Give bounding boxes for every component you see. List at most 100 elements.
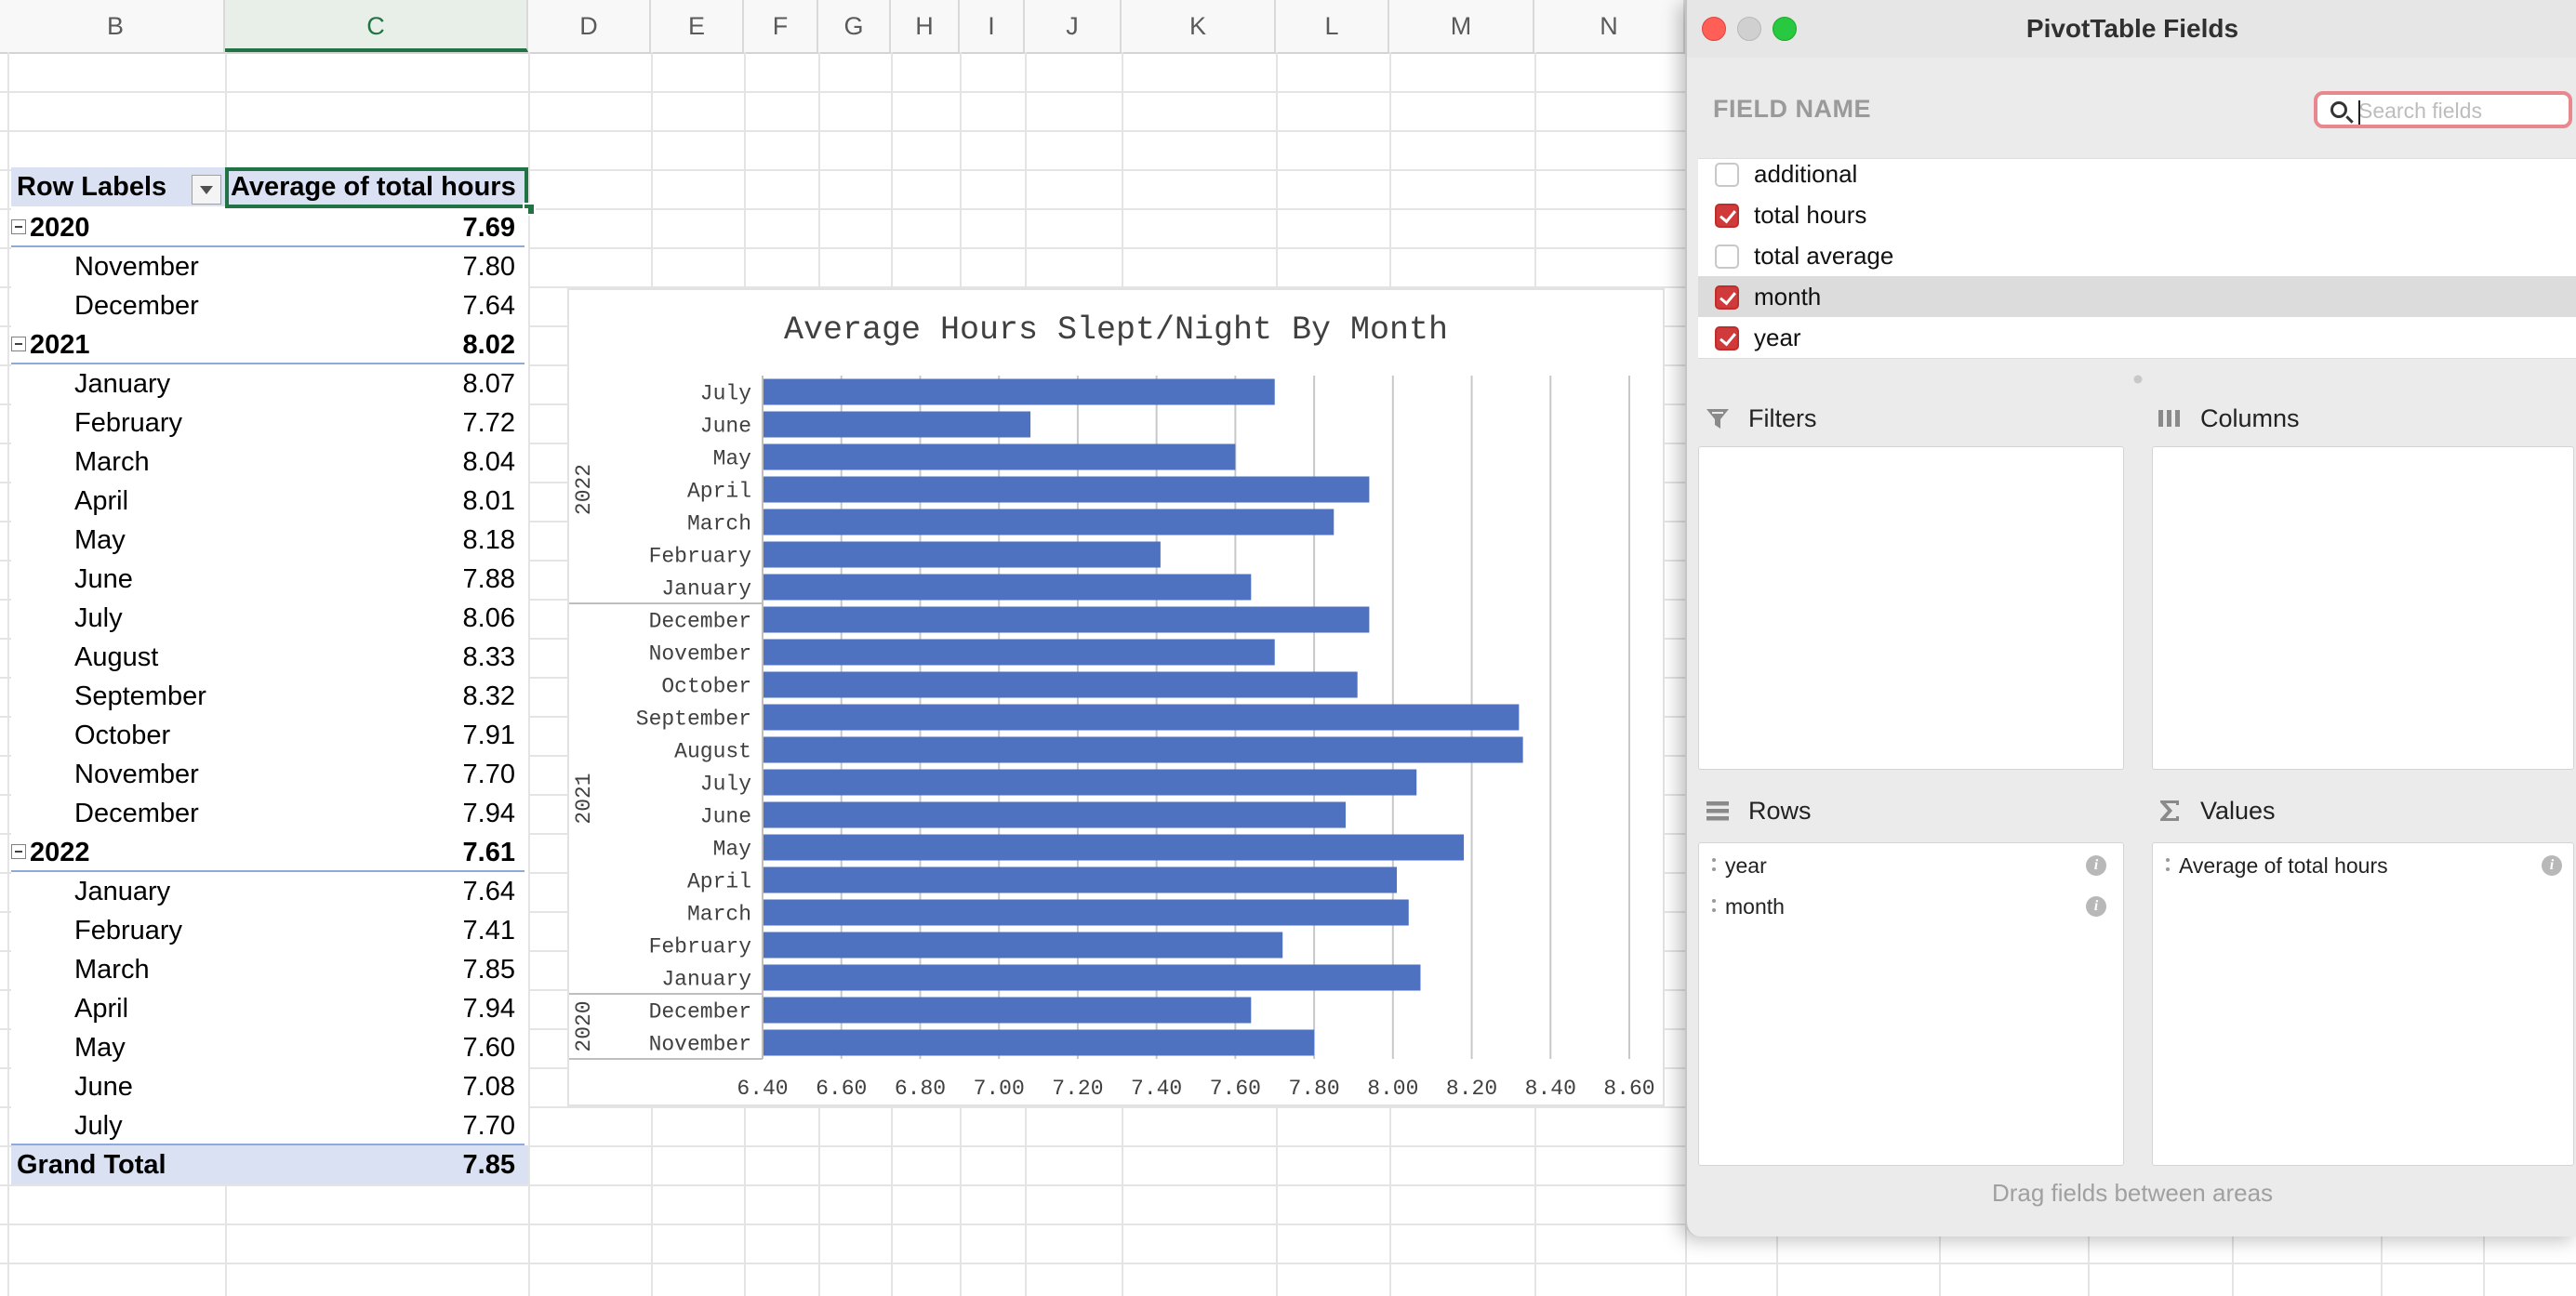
text-caret bbox=[2358, 100, 2360, 125]
y-category-label: October bbox=[661, 675, 751, 699]
rows-item-month[interactable]: month i bbox=[1699, 888, 2123, 925]
pivot-row-value[interactable]: 7.94 bbox=[234, 989, 523, 1028]
collapse-icon[interactable] bbox=[11, 844, 26, 860]
field-row-month[interactable]: month bbox=[1698, 276, 2576, 317]
pivot-row-value[interactable]: 8.04 bbox=[234, 443, 523, 482]
search-box[interactable] bbox=[2314, 91, 2572, 128]
rows-area[interactable]: year i month i bbox=[1698, 842, 2124, 1166]
pivot-row-value[interactable]: 7.80 bbox=[234, 247, 523, 286]
pivot-row-value[interactable]: 7.72 bbox=[234, 403, 523, 443]
column-header-H[interactable]: H bbox=[891, 0, 960, 52]
values-item-average[interactable]: Average of total hours i bbox=[2153, 847, 2573, 884]
pivot-fields-panel[interactable]: PivotTable Fields FIELD NAME additional t… bbox=[1685, 0, 2576, 1236]
pivot-row-value[interactable]: 8.06 bbox=[234, 599, 523, 638]
pivot-year-label[interactable]: 2020 bbox=[11, 208, 90, 247]
field-row-total-average[interactable]: total average bbox=[1698, 235, 2576, 276]
field-checkbox[interactable] bbox=[1715, 245, 1739, 269]
field-row-additional[interactable]: additional bbox=[1698, 159, 2576, 194]
info-icon[interactable]: i bbox=[2086, 896, 2106, 917]
bar-chart[interactable]: Average Hours Slept/Night By Month 6.40 6.… bbox=[567, 288, 1665, 1106]
column-header-F[interactable]: F bbox=[744, 0, 818, 52]
chart-bar bbox=[763, 932, 1283, 959]
column-header-I[interactable]: I bbox=[960, 0, 1025, 52]
pivot-month-label[interactable]: July bbox=[74, 1106, 123, 1145]
pivot-month-label[interactable]: December bbox=[74, 286, 199, 325]
pivot-row-value[interactable]: 7.70 bbox=[234, 755, 523, 794]
pivot-month-label[interactable]: June bbox=[74, 560, 133, 599]
collapse-icon[interactable] bbox=[11, 337, 26, 352]
field-checkbox[interactable] bbox=[1715, 204, 1739, 228]
panel-titlebar[interactable]: PivotTable Fields bbox=[1687, 0, 2576, 58]
column-header-D[interactable]: D bbox=[528, 0, 651, 52]
x-tick-label: 8.60 bbox=[1603, 1077, 1654, 1101]
pivot-row-value[interactable]: 8.32 bbox=[234, 677, 523, 716]
field-checkbox[interactable] bbox=[1715, 285, 1739, 310]
pivot-month-label[interactable]: January bbox=[74, 364, 170, 403]
drag-grip-icon bbox=[2166, 858, 2170, 873]
pivot-row-value[interactable]: 7.91 bbox=[234, 716, 523, 755]
pivot-row-value[interactable]: 8.33 bbox=[234, 638, 523, 677]
pivot-row-value[interactable]: 7.69 bbox=[234, 208, 523, 247]
pivot-row-value[interactable]: 7.08 bbox=[234, 1067, 523, 1106]
info-icon[interactable]: i bbox=[2542, 855, 2562, 876]
pivot-month-label[interactable]: March bbox=[74, 443, 150, 482]
column-header-L[interactable]: L bbox=[1276, 0, 1389, 52]
chart-bar bbox=[763, 704, 1520, 731]
pivot-row-value[interactable]: 7.70 bbox=[234, 1106, 523, 1145]
pivot-row-value[interactable]: 7.61 bbox=[234, 833, 523, 872]
row-labels-filter-button[interactable] bbox=[192, 175, 221, 205]
pivot-month-label[interactable]: August bbox=[74, 638, 158, 677]
pivot-year-label[interactable]: 2021 bbox=[11, 325, 90, 364]
pivot-month-label[interactable]: April bbox=[74, 989, 128, 1028]
pivot-month-label[interactable]: November bbox=[74, 755, 199, 794]
column-header-K[interactable]: K bbox=[1122, 0, 1276, 52]
pivot-row-value[interactable]: 7.41 bbox=[234, 911, 523, 950]
pivot-row-value[interactable]: 8.07 bbox=[234, 364, 523, 403]
pivot-month-label[interactable]: April bbox=[74, 482, 128, 521]
splitter-handle[interactable] bbox=[2132, 374, 2144, 385]
rows-item-year[interactable]: year i bbox=[1699, 847, 2123, 884]
pivot-month-label[interactable]: December bbox=[74, 794, 199, 833]
search-input[interactable] bbox=[2358, 97, 2563, 125]
pivot-month-label[interactable]: March bbox=[74, 950, 150, 989]
collapse-icon[interactable] bbox=[11, 219, 26, 235]
pivot-month-label[interactable]: July bbox=[74, 599, 123, 638]
column-header-G[interactable]: G bbox=[818, 0, 891, 52]
pivot-month-label[interactable]: May bbox=[74, 521, 126, 560]
pivot-row-value[interactable]: 8.18 bbox=[234, 521, 523, 560]
pivot-row-value[interactable]: 8.01 bbox=[234, 482, 523, 521]
column-header-J[interactable]: J bbox=[1025, 0, 1122, 52]
pivot-month-label[interactable]: February bbox=[74, 911, 182, 950]
column-header-N[interactable]: N bbox=[1534, 0, 1685, 52]
x-tick-label: 6.60 bbox=[816, 1077, 867, 1101]
pivot-row-value[interactable]: 7.64 bbox=[234, 286, 523, 325]
column-header-E[interactable]: E bbox=[651, 0, 744, 52]
pivot-row-value[interactable]: 8.02 bbox=[234, 325, 523, 364]
pivot-row-value[interactable]: 7.88 bbox=[234, 560, 523, 599]
column-header-C[interactable]: C bbox=[225, 0, 528, 52]
pivot-row-value[interactable]: 7.64 bbox=[234, 872, 523, 911]
pivot-month-label[interactable]: September bbox=[74, 677, 206, 716]
pivot-row-value[interactable]: 7.94 bbox=[234, 794, 523, 833]
pivot-month-label[interactable]: October bbox=[74, 716, 170, 755]
info-icon[interactable]: i bbox=[2086, 855, 2106, 876]
column-header-M[interactable]: M bbox=[1389, 0, 1534, 52]
field-list[interactable]: additional total hours total average month y… bbox=[1698, 158, 2576, 359]
pivot-month-label[interactable]: June bbox=[74, 1067, 133, 1106]
pivot-row-value[interactable]: 7.85 bbox=[234, 950, 523, 989]
pivot-year-label[interactable]: 2022 bbox=[11, 833, 90, 872]
filters-area[interactable] bbox=[1698, 446, 2124, 770]
field-row-year[interactable]: year bbox=[1698, 317, 2576, 358]
pivot-month-label[interactable]: February bbox=[74, 403, 182, 443]
field-checkbox[interactable] bbox=[1715, 326, 1739, 350]
field-row-total-hours[interactable]: total hours bbox=[1698, 194, 2576, 235]
values-area[interactable]: Average of total hours i bbox=[2152, 842, 2574, 1166]
field-checkbox[interactable] bbox=[1715, 163, 1739, 187]
column-header-B[interactable]: B bbox=[7, 0, 225, 52]
pivot-row-value[interactable]: 7.60 bbox=[234, 1028, 523, 1067]
columns-area[interactable] bbox=[2152, 446, 2574, 770]
pivot-month-label[interactable]: May bbox=[74, 1028, 126, 1067]
pivot-month-label[interactable]: November bbox=[74, 247, 199, 286]
x-tick-label: 8.40 bbox=[1525, 1077, 1576, 1101]
pivot-month-label[interactable]: January bbox=[74, 872, 170, 911]
